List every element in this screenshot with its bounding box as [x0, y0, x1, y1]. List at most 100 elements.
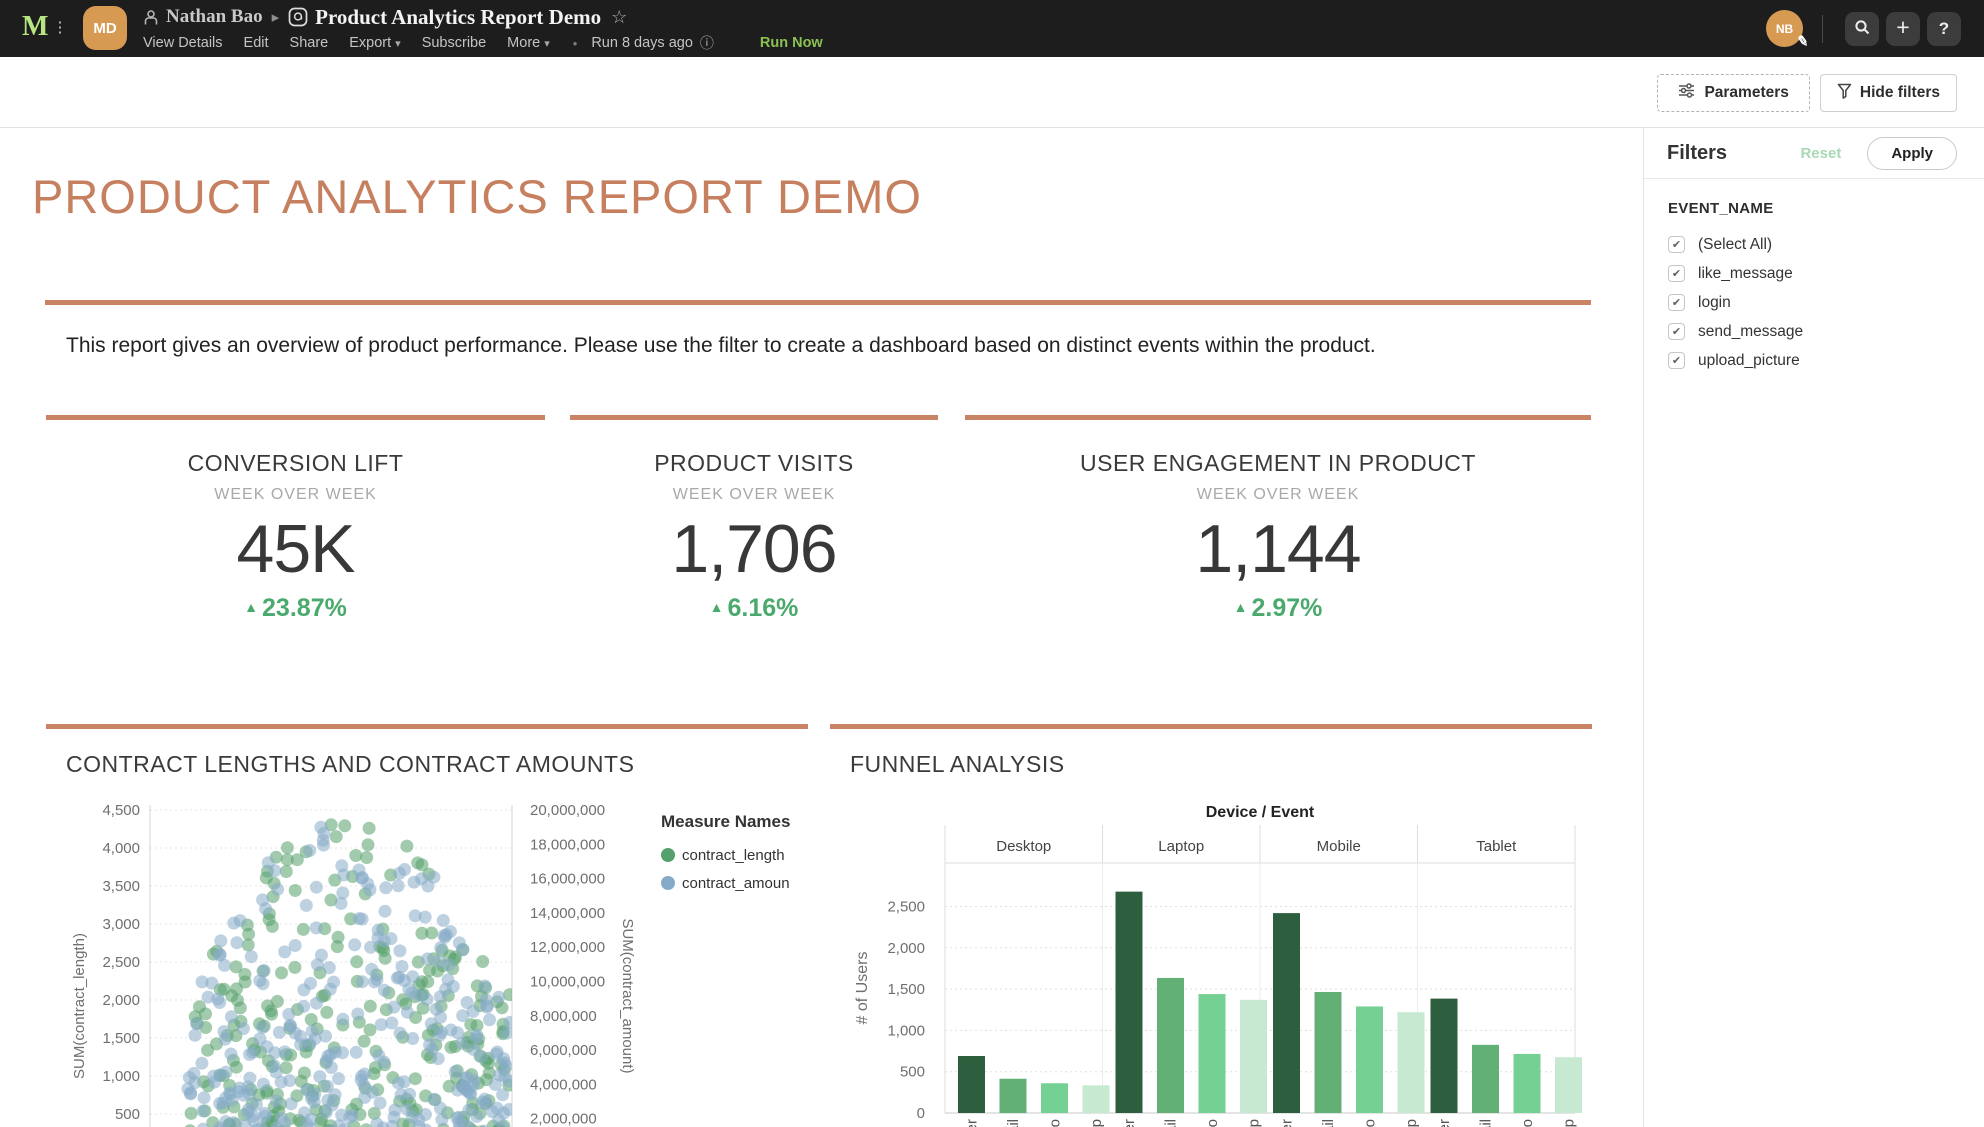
svg-text:14,000,000: 14,000,000 [530, 905, 605, 922]
add-button[interactable]: + [1886, 12, 1920, 46]
filter-option-label: (Select All) [1698, 236, 1772, 254]
question-icon: ? [1939, 19, 1949, 39]
filters-divider [1644, 178, 1984, 179]
svg-text:Measure Names: Measure Names [661, 812, 790, 831]
mode-logo[interactable]: M ⋮ [22, 13, 65, 41]
kpi-delta: ▲2.97% [965, 594, 1591, 623]
filters-title: Filters [1667, 142, 1727, 165]
caret-down-icon: ▾ [544, 38, 550, 50]
search-icon [1854, 19, 1871, 39]
svg-text:8,000,000: 8,000,000 [530, 1008, 597, 1025]
report-title-breadcrumb[interactable]: Product Analytics Report Demo [315, 5, 601, 30]
plus-icon: + [1896, 14, 1909, 41]
filter-option-label: send_message [1698, 323, 1803, 341]
filter-option-upload_picture[interactable]: ✔upload_picture [1644, 346, 1984, 375]
run-now-link[interactable]: Run Now [760, 35, 823, 51]
svg-text:Laptop: Laptop [1158, 838, 1204, 855]
up-triangle-icon: ▲ [1234, 599, 1248, 615]
svg-text:2,500: 2,500 [102, 954, 140, 971]
topbar-right: NB ✎ + ? [1766, 10, 1961, 47]
menu-item-export[interactable]: Export▾ [349, 35, 400, 51]
kpi-card-product-visits: PRODUCT VISITS WEEK OVER WEEK 1,706 ▲6.1… [570, 415, 938, 724]
reset-button[interactable]: Reset [1800, 145, 1841, 162]
kpi-value: 45K [46, 512, 545, 586]
svg-text:0: 0 [917, 1105, 925, 1122]
svg-text:fo: fo [1047, 1119, 1064, 1127]
topbar-main: Nathan Bao ▸ Product Analytics Report De… [143, 5, 823, 53]
filter-option-like_message[interactable]: ✔ like_message [1644, 259, 1984, 288]
funnel-y-axis-label: # of Users [854, 952, 871, 1025]
svg-text:fo: fo [1519, 1119, 1536, 1127]
svg-text:ail: ail [1005, 1119, 1022, 1127]
hide-filters-button[interactable]: Hide filters [1820, 74, 1957, 112]
scatter-left-ticks: 4,5004,0003,5003,0002,5002,0001,5001,000… [102, 802, 140, 1123]
report-body: PRODUCT ANALYTICS REPORT DEMO This repor… [0, 128, 1643, 1127]
help-button[interactable]: ? [1927, 12, 1961, 46]
svg-text:16,000,000: 16,000,000 [530, 871, 605, 888]
info-icon[interactable]: ⓘ [700, 33, 714, 53]
menu-item-more[interactable]: More▾ [507, 35, 550, 51]
kpi-row: CONVERSION LIFT WEEK OVER WEEK 45K ▲23.8… [46, 415, 1643, 724]
svg-text:6,000,000: 6,000,000 [530, 1042, 597, 1059]
user-avatar-initials: NB [1776, 22, 1793, 36]
parameters-button[interactable]: Parameters [1657, 74, 1809, 112]
svg-text:500: 500 [115, 1106, 140, 1123]
topbar-menu: View Details Edit Share Export▾ Subscribe Mor… [143, 33, 823, 53]
page-title: PRODUCT ANALYTICS REPORT DEMO [32, 168, 1643, 226]
app-window: M ⋮ MD Nathan Bao ▸ Product Analytics Re… [0, 0, 1984, 1127]
checkbox[interactable]: ✔ [1668, 236, 1685, 253]
kpi-card-conversion-lift: CONVERSION LIFT WEEK OVER WEEK 45K ▲23.8… [46, 415, 545, 724]
filter-option-label: like_message [1698, 265, 1793, 283]
search-button[interactable] [1845, 12, 1879, 46]
svg-text:up: up [1246, 1119, 1263, 1127]
scatter-right-ticks: 20,000,00018,000,00016,000,00014,000,000… [530, 802, 605, 1127]
svg-text:up: up [1561, 1119, 1578, 1127]
checkbox[interactable]: ✔ [1668, 323, 1685, 340]
svg-text:Mobile: Mobile [1317, 838, 1361, 855]
scatter-right-axis-label: SUM(contract_amount) [619, 918, 636, 1073]
dot-separator: • [573, 36, 578, 51]
breadcrumb-owner[interactable]: Nathan Bao [166, 6, 263, 28]
mode-logo-letter: M [22, 13, 48, 41]
svg-text:4,000,000: 4,000,000 [530, 1076, 597, 1093]
up-triangle-icon: ▲ [710, 599, 724, 615]
svg-text:fo: fo [1204, 1119, 1221, 1127]
caret-down-icon: ▾ [395, 38, 401, 50]
menu-item-edit[interactable]: Edit [244, 35, 269, 51]
filter-option-label: login [1698, 294, 1731, 312]
svg-text:1,500: 1,500 [102, 1030, 140, 1047]
filter-option-send_message[interactable]: ✔ send_message [1644, 317, 1984, 346]
svg-text:ail: ail [1320, 1119, 1337, 1127]
kpi-subtitle: WEEK OVER WEEK [965, 486, 1591, 504]
user-avatar[interactable]: NB ✎ [1766, 10, 1803, 47]
checkbox[interactable]: ✔ [1668, 352, 1685, 369]
checkbox[interactable]: ✔ [1668, 265, 1685, 282]
charts-row: CONTRACT LENGTHS AND CONTRACT AMOUNTS 4,… [46, 724, 1643, 1127]
checkbox[interactable]: ✔ [1668, 294, 1685, 311]
svg-text:2,000,000: 2,000,000 [530, 1111, 597, 1127]
menu-item-share[interactable]: Share [290, 35, 329, 51]
funnel-bars [958, 892, 1582, 1113]
svg-text:1,000: 1,000 [102, 1068, 140, 1085]
funnel-section: FUNNEL ANALYSIS Device / EventDesktopLap… [830, 724, 1592, 1127]
svg-text:ail: ail [1478, 1119, 1495, 1127]
svg-text:up: up [1088, 1119, 1105, 1127]
filter-options-list: ✔ (Select All) ✔ like_message ✔ login ✔ send_me… [1644, 230, 1984, 375]
workspace-avatar[interactable]: MD [83, 6, 127, 50]
filter-option-login[interactable]: ✔ login [1644, 288, 1984, 317]
svg-text:12,000,000: 12,000,000 [530, 939, 605, 956]
apply-button[interactable]: Apply [1867, 137, 1957, 170]
funnel-panel-header: Device / Event [1206, 804, 1315, 821]
kpi-subtitle: WEEK OVER WEEK [46, 486, 545, 504]
funnel-column-headers: DesktopLaptopMobileTablet [945, 825, 1575, 863]
kpi-value: 1,144 [965, 512, 1591, 586]
svg-text:3,000: 3,000 [102, 916, 140, 933]
svg-text:20,000,000: 20,000,000 [530, 802, 605, 819]
menu-item-view-details[interactable]: View Details [143, 35, 223, 51]
svg-text:fo: fo [1362, 1119, 1379, 1127]
star-icon[interactable]: ☆ [611, 7, 627, 28]
svg-text:er: er [964, 1119, 981, 1127]
menu-item-subscribe[interactable]: Subscribe [422, 35, 486, 51]
filter-option-selectall[interactable]: ✔ (Select All) [1644, 230, 1984, 259]
svg-text:10,000,000: 10,000,000 [530, 974, 605, 991]
